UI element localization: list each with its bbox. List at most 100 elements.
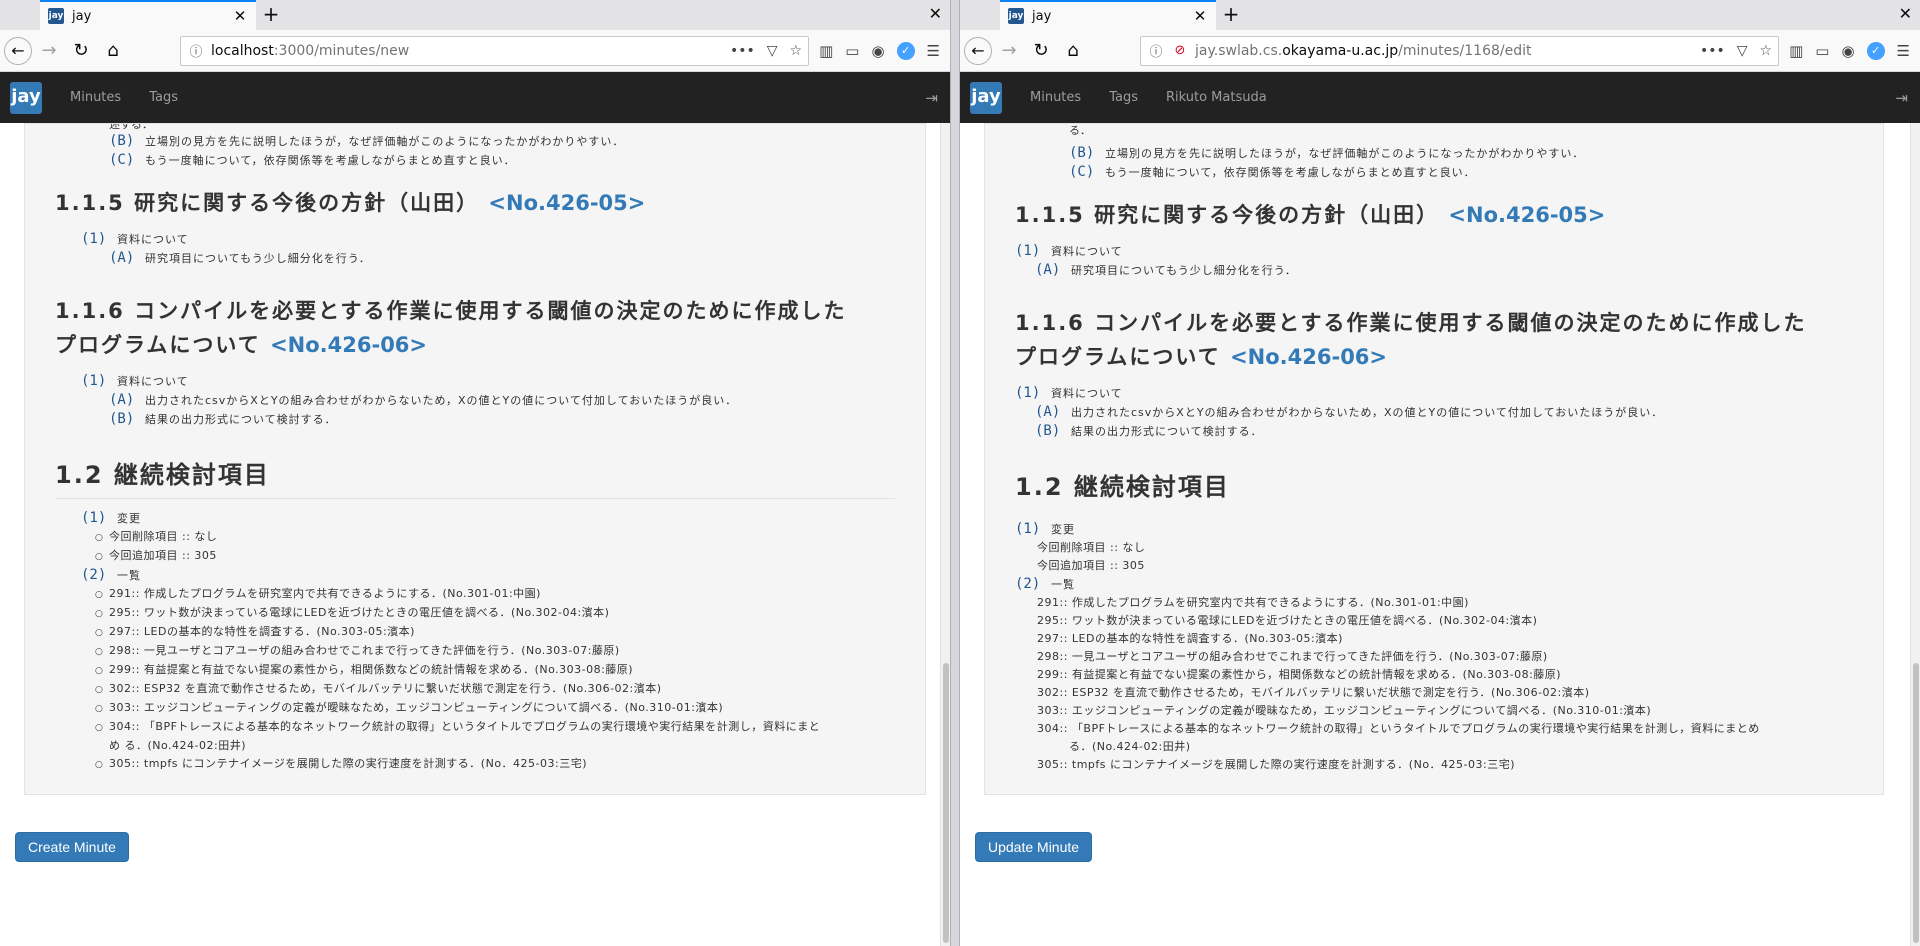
url-text: jay.swlab.cs.okayama-u.ac.jp/minutes/116… bbox=[1195, 42, 1532, 59]
tab-bar: jay jay ✕ + ✕ bbox=[0, 0, 950, 30]
new-tab-icon[interactable]: + bbox=[1216, 0, 1246, 30]
forward-icon[interactable]: → bbox=[994, 36, 1024, 66]
bullet-item: 303:: エッジコンピューティングの定義が曖昧なため，エッジコンピューティング… bbox=[1037, 704, 1652, 717]
bullet-item: ○ 305:: tmpfs にコンテナイメージを展開した際の実行速度を計測する．(… bbox=[95, 757, 588, 770]
list-item: (A) 研究項目についてもう少し細分化を行う． bbox=[109, 250, 371, 266]
library-icon[interactable]: ▥ bbox=[819, 42, 833, 60]
nav-minutes[interactable]: Minutes bbox=[1030, 90, 1081, 105]
sidebar-icon[interactable]: ▭ bbox=[845, 42, 859, 60]
nav-user[interactable]: Rikuto Matsuda bbox=[1166, 90, 1267, 105]
list-item: (2) 一覧 bbox=[1015, 576, 1075, 592]
bullet-item: ○ 302:: ESP32 を直流で動作させるため，モバイルバッテリに繋いだ状態で… bbox=[95, 682, 662, 695]
bullet-item: 299:: 有益提案と有益でない提案の素性から，相関係数などの統計情報を求める．… bbox=[1037, 668, 1562, 681]
back-icon[interactable]: ← bbox=[964, 36, 992, 65]
section-heading-12: 1.2 継続検討項目 bbox=[55, 455, 895, 499]
scrollbar[interactable] bbox=[1910, 123, 1920, 946]
nav-tags[interactable]: Tags bbox=[1109, 90, 1138, 105]
new-tab-icon[interactable]: + bbox=[256, 0, 286, 30]
tab-close-icon[interactable]: ✕ bbox=[232, 7, 248, 25]
section-heading-116: 1.1.6 コンパイルを必要とする作業に使用する閾値の決定のために作成した プログ… bbox=[1015, 311, 1807, 369]
list-item: (C) もう一度軸について，依存関係等を考慮しながらまとめ直すと良い． bbox=[109, 152, 516, 168]
bullet-item: ○ 304:: 「BPFトレースによる基本的なネットワーク統計の取得」というタイト… bbox=[95, 720, 821, 733]
url-text: localhost:3000/minutes/new bbox=[211, 42, 410, 59]
list-item: (1) 資料について bbox=[81, 231, 189, 247]
pocket-icon[interactable]: ▽ bbox=[767, 43, 778, 59]
nav-tags[interactable]: Tags bbox=[149, 90, 178, 105]
url-bar[interactable]: ⓘ ⊘ jay.swlab.cs.okayama-u.ac.jp/minutes… bbox=[1140, 35, 1780, 66]
list-item: (1) 変更 bbox=[1015, 521, 1075, 537]
clipped-line: 述する． bbox=[109, 124, 153, 131]
sidebar-icon[interactable]: ▭ bbox=[1815, 42, 1829, 60]
app-navbar: jay Minutes Tags Rikuto Matsuda ⇥ bbox=[960, 72, 1920, 123]
nav-minutes[interactable]: Minutes bbox=[70, 90, 121, 105]
bullet-item: 305:: tmpfs にコンテナイメージを展開した際の実行速度を計測する．(N… bbox=[1037, 758, 1516, 771]
window-close-icon[interactable]: ✕ bbox=[929, 4, 942, 23]
section-heading-116: 1.1.6 コンパイルを必要とする作業に使用する閾値の決定のために作成した プログ… bbox=[55, 299, 847, 357]
bullet-item: 291:: 作成したプログラムを研究室内で共有できるようにする．(No.301-… bbox=[1037, 596, 1469, 609]
info-icon[interactable]: ⓘ bbox=[1147, 41, 1165, 60]
bullet-item: 298:: 一見ユーザとコアユーザの組み合わせでこれまで行ってきた評価を行う．(… bbox=[1037, 650, 1548, 663]
tab-title: jay bbox=[72, 8, 92, 24]
pocket-icon[interactable]: ▽ bbox=[1737, 43, 1748, 59]
list-item: (A) 出力されたcsvからXとYの組み合わせがわからないため，Xの値とYの値につ… bbox=[1035, 404, 1664, 420]
list-item: (C) もう一度軸について，依存関係等を考慮しながらまとめ直すと良い． bbox=[1069, 164, 1476, 180]
bullet-item: 297:: LEDの基本的な特性を調査する．(No.303-05:濱本) bbox=[1037, 632, 1343, 645]
sync-icon[interactable]: ✓ bbox=[896, 41, 915, 60]
menu-icon[interactable]: ☰ bbox=[927, 42, 940, 60]
window-close-icon[interactable]: ✕ bbox=[1899, 4, 1912, 23]
list-item: (B) 立場別の見方を先に説明したほうが，なぜ評価軸がこのようになったかがわかりや… bbox=[109, 133, 625, 149]
bullet-item: ○ 303:: エッジコンピューティングの定義が曖昧なため，エッジコンピューティン… bbox=[95, 701, 724, 714]
list-item: (1) 資料について bbox=[81, 373, 189, 389]
info-icon[interactable]: ⓘ bbox=[187, 41, 205, 60]
logout-icon[interactable]: ⇥ bbox=[1895, 89, 1908, 107]
list-item: (B) 立場別の見方を先に説明したほうが，なぜ評価軸がこのようになったかがわかりや… bbox=[1069, 145, 1585, 161]
browser-toolbar: ← → ↻ ⌂ ⓘ localhost:3000/minutes/new •••… bbox=[0, 30, 950, 72]
menu-icon[interactable]: ☰ bbox=[1897, 42, 1910, 60]
home-icon[interactable]: ⌂ bbox=[1058, 36, 1088, 66]
bullet-item: ○ 291:: 作成したプログラムを研究室内で共有できるようにする．(No.301… bbox=[95, 587, 541, 600]
back-icon[interactable]: ← bbox=[4, 36, 32, 65]
bookmark-star-icon[interactable]: ☆ bbox=[790, 43, 803, 59]
tab-jay[interactable]: jay jay ✕ bbox=[40, 0, 256, 30]
account-icon[interactable]: ◉ bbox=[871, 42, 884, 60]
tab-close-icon[interactable]: ✕ bbox=[1192, 7, 1208, 25]
window-divider[interactable] bbox=[950, 0, 960, 946]
bullet-item: ○ 297:: LEDの基本的な特性を調査する．(No.303-05:濱本) bbox=[95, 625, 415, 638]
favicon-icon: jay bbox=[1008, 8, 1024, 24]
tab-jay[interactable]: jay jay ✕ bbox=[1000, 0, 1216, 30]
sync-icon[interactable]: ✓ bbox=[1866, 41, 1885, 60]
list-item: (1) 変更 bbox=[81, 510, 141, 526]
browser-window-left: jay jay ✕ + ✕ ← → ↻ ⌂ ⓘ localhost:3000/m… bbox=[0, 0, 950, 946]
list-item: (A) 研究項目についてもう少し細分化を行う． bbox=[1035, 262, 1297, 278]
reload-icon[interactable]: ↻ bbox=[66, 36, 96, 66]
reload-icon[interactable]: ↻ bbox=[1026, 36, 1056, 66]
update-minute-button[interactable]: Update Minute bbox=[975, 832, 1093, 862]
scrollbar[interactable] bbox=[940, 123, 950, 946]
list-item: (B) 結果の出力形式について検討する． bbox=[109, 411, 337, 427]
brand-logo[interactable]: jay bbox=[10, 81, 42, 114]
forward-icon[interactable]: → bbox=[34, 36, 64, 66]
insecure-lock-icon[interactable]: ⊘ bbox=[1171, 43, 1189, 58]
clipped-line: る． bbox=[1069, 124, 1091, 137]
bullet-item: 今回削除項目 :: なし bbox=[1037, 541, 1146, 554]
minute-preview: る． (B) 立場別の見方を先に説明したほうが，なぜ評価軸がこのようになったかがわ… bbox=[984, 123, 1884, 795]
list-item: (2) 一覧 bbox=[81, 567, 141, 583]
account-icon[interactable]: ◉ bbox=[1841, 42, 1854, 60]
tab-title: jay bbox=[1032, 8, 1052, 24]
create-minute-button[interactable]: Create Minute bbox=[15, 832, 129, 862]
library-icon[interactable]: ▥ bbox=[1789, 42, 1803, 60]
bookmark-star-icon[interactable]: ☆ bbox=[1760, 43, 1773, 59]
bullet-item: ○ 今回追加項目 :: 305 bbox=[95, 549, 217, 562]
logout-icon[interactable]: ⇥ bbox=[925, 89, 938, 107]
browser-window-right: jay jay ✕ + ✕ ← → ↻ ⌂ ⓘ ⊘ jay.swlab.cs.o… bbox=[960, 0, 1920, 946]
tab-bar: jay jay ✕ + ✕ bbox=[960, 0, 1920, 30]
bullet-item: ○ 299:: 有益提案と有益でない提案の素性から，相関係数などの統計情報を求める… bbox=[95, 663, 634, 676]
page-actions-icon[interactable]: ••• bbox=[1700, 43, 1725, 59]
home-icon[interactable]: ⌂ bbox=[98, 36, 128, 66]
page-content: 述する． (B) 立場別の見方を先に説明したほうが，なぜ評価軸がこのようになったか… bbox=[0, 123, 950, 946]
bullet-item: 304:: 「BPFトレースによる基本的なネットワーク統計の取得」というタイトル… bbox=[1037, 722, 1760, 735]
brand-logo[interactable]: jay bbox=[970, 81, 1002, 114]
url-bar[interactable]: ⓘ localhost:3000/minutes/new ••• ▽ ☆ bbox=[180, 35, 810, 66]
page-actions-icon[interactable]: ••• bbox=[730, 43, 755, 59]
app-navbar: jay Minutes Tags ⇥ bbox=[0, 72, 950, 123]
